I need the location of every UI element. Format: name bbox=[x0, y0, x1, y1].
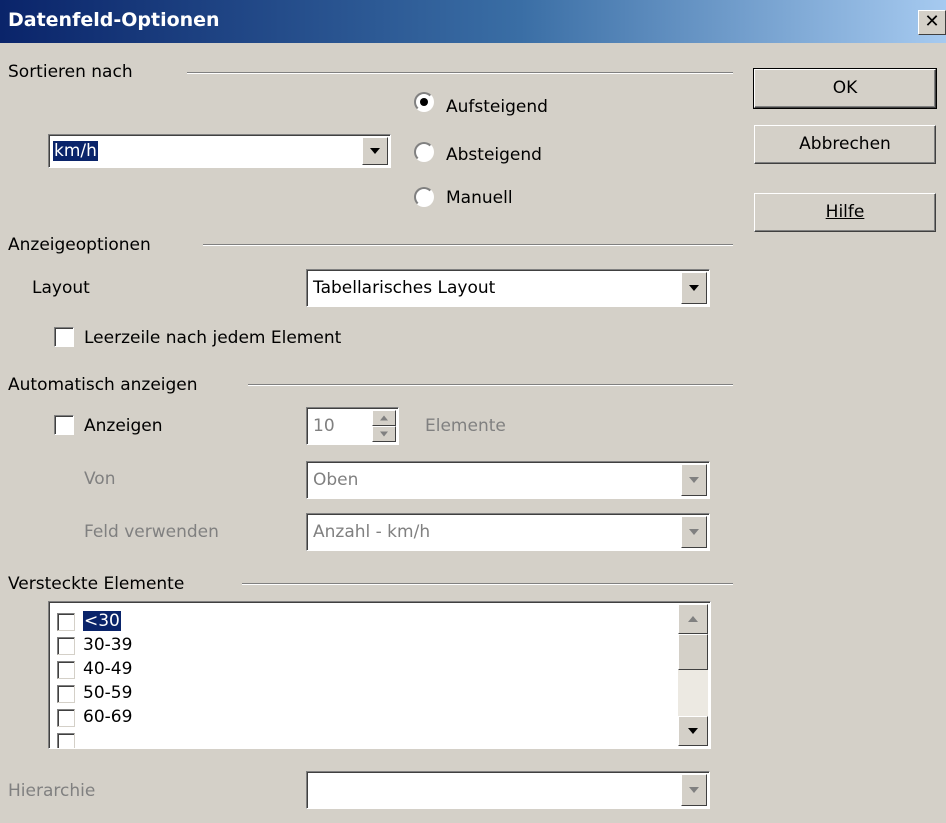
radio-selected-dot bbox=[420, 98, 428, 106]
display-section-label: Anzeigeoptionen bbox=[8, 235, 151, 255]
radio-descending-label[interactable]: Absteigend bbox=[446, 144, 542, 166]
from-select: Oben bbox=[306, 461, 710, 499]
list-item-label: 50-59 bbox=[83, 683, 133, 703]
count-value: 10 bbox=[313, 416, 335, 436]
sort-section-divider bbox=[187, 72, 733, 74]
autoshow-section-divider bbox=[248, 384, 733, 386]
autoshow-section-label: Automatisch anzeigen bbox=[8, 375, 198, 395]
scroll-up-icon bbox=[688, 616, 698, 622]
close-button[interactable]: ✕ bbox=[918, 10, 946, 35]
scroll-down-icon bbox=[688, 728, 698, 734]
hierarchy-select bbox=[306, 771, 710, 809]
radio-manual[interactable] bbox=[414, 187, 434, 207]
autoshow-show-label[interactable]: Anzeigen bbox=[84, 415, 163, 437]
use-field-value: Anzahl - km/h bbox=[313, 522, 431, 542]
list-item-checkbox[interactable] bbox=[57, 661, 75, 679]
help-button-label: Hilfe bbox=[825, 202, 865, 222]
help-button[interactable]: Hilfe bbox=[754, 193, 936, 232]
empty-line-checkbox[interactable] bbox=[54, 327, 74, 347]
close-icon: ✕ bbox=[924, 11, 940, 32]
ok-button[interactable]: OK bbox=[753, 68, 937, 109]
chevron-down-icon bbox=[689, 529, 699, 535]
list-item-label: 40-49 bbox=[83, 659, 133, 679]
list-item-label: <30 bbox=[83, 611, 121, 631]
hidden-items-list[interactable]: <30 30-39 40-49 50-59 60-69 bbox=[48, 601, 711, 749]
spin-down-icon bbox=[380, 431, 388, 437]
sort-section-label: Sortieren nach bbox=[8, 62, 133, 82]
spin-up-icon bbox=[380, 415, 388, 421]
list-scrollbar[interactable] bbox=[678, 604, 708, 746]
from-dropdown-button bbox=[681, 464, 707, 496]
radio-ascending[interactable] bbox=[414, 92, 434, 112]
dialog-title: Datenfeld-Optionen bbox=[8, 9, 220, 31]
autoshow-checkbox[interactable] bbox=[54, 415, 74, 435]
use-field-label: Feld verwenden bbox=[84, 522, 219, 542]
list-item-checkbox[interactable] bbox=[57, 685, 75, 703]
list-item-checkbox bbox=[57, 733, 75, 748]
list-item-checkbox[interactable] bbox=[57, 709, 75, 727]
use-field-select: Anzahl - km/h bbox=[306, 513, 710, 551]
from-label: Von bbox=[84, 469, 116, 489]
scroll-down-button[interactable] bbox=[678, 716, 708, 746]
count-unit-label: Elemente bbox=[425, 416, 506, 436]
list-item-checkbox[interactable] bbox=[57, 637, 75, 655]
empty-line-label[interactable]: Leerzeile nach jedem Element bbox=[84, 327, 341, 349]
hidden-items-section-divider bbox=[242, 583, 733, 585]
spin-down-button bbox=[372, 426, 396, 442]
scroll-thumb[interactable] bbox=[678, 634, 708, 670]
layout-label: Layout bbox=[32, 278, 90, 298]
sort-field-value: km/h bbox=[53, 141, 98, 161]
radio-descending[interactable] bbox=[414, 142, 434, 162]
hierarchy-dropdown-button bbox=[681, 774, 707, 806]
sort-field-dropdown-button[interactable] bbox=[362, 137, 388, 165]
layout-value: Tabellarisches Layout bbox=[313, 278, 496, 298]
use-field-dropdown-button bbox=[681, 516, 707, 548]
hidden-items-section-label: Versteckte Elemente bbox=[8, 574, 185, 594]
from-value: Oben bbox=[313, 470, 359, 490]
list-item-label: 30-39 bbox=[83, 635, 133, 655]
hierarchy-label: Hierarchie bbox=[8, 781, 96, 801]
layout-dropdown-button[interactable] bbox=[681, 272, 707, 304]
count-spinner: 10 bbox=[306, 407, 399, 445]
list-item-label: 60-69 bbox=[83, 707, 133, 727]
spin-up-button bbox=[372, 410, 396, 426]
layout-select[interactable]: Tabellarisches Layout bbox=[306, 269, 710, 307]
radio-ascending-label[interactable]: Aufsteigend bbox=[446, 96, 548, 118]
cancel-button[interactable]: Abbrechen bbox=[754, 125, 936, 164]
chevron-down-icon bbox=[689, 477, 699, 483]
scroll-up-button[interactable] bbox=[678, 604, 708, 634]
chevron-down-icon bbox=[689, 285, 699, 291]
sort-field-select[interactable]: km/h bbox=[48, 134, 391, 168]
radio-manual-label[interactable]: Manuell bbox=[446, 187, 513, 209]
list-item-checkbox[interactable] bbox=[57, 613, 75, 631]
display-section-divider bbox=[203, 244, 733, 246]
chevron-down-icon bbox=[689, 787, 699, 793]
chevron-down-icon bbox=[370, 148, 380, 154]
